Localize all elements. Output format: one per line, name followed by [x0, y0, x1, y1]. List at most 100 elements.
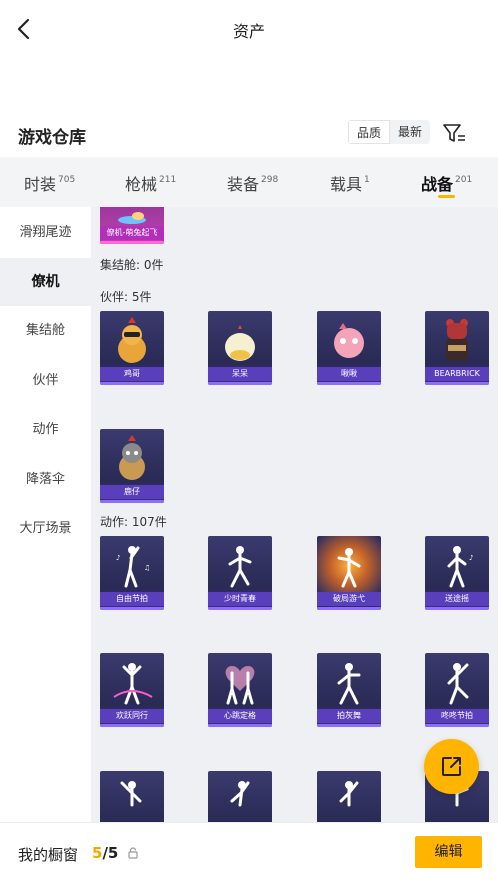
tab-label: 载具 [330, 175, 363, 194]
dancer-icon [230, 781, 250, 807]
tab-count: 705 [58, 175, 76, 185]
item-card-wingman[interactable]: 僚机-萌兔起飞 [100, 207, 164, 244]
dancer-icon [337, 663, 361, 705]
item-name: 鹿仔 [100, 485, 164, 499]
rarity-bar [317, 382, 381, 385]
item-name: 欢跃同行 [100, 709, 164, 723]
tab-count: 211 [159, 175, 177, 185]
showcase-count-total: /5 [102, 844, 119, 862]
dancer-icon: ♪ ♫ [116, 546, 150, 588]
emote-card[interactable]: 心跳定格 [208, 653, 272, 727]
partner-card[interactable]: 呆呆 [208, 311, 272, 385]
item-name: 送途摇 [425, 592, 489, 606]
dancer-icon [337, 548, 361, 588]
rabbit-plane-icon [118, 212, 146, 224]
tab-label: 战备 [421, 175, 454, 194]
item-name: 少时青春 [208, 592, 272, 606]
tab-count: 201 [455, 175, 473, 185]
item-grid: 僚机-萌兔起飞 集结舱: 0件 伙伴: 5件 鸡哥 呆呆 啾啾 BEARBRIC… [91, 207, 498, 822]
rarity-bar [208, 724, 272, 727]
dancers-heart-icon [225, 665, 255, 705]
showcase-count-current: 5 [92, 844, 103, 862]
tab-fashion[interactable]: 时装 705 [24, 171, 75, 195]
rarity-bar [100, 241, 164, 244]
top-bar: 资产 [0, 0, 498, 58]
emote-card[interactable]: 少时青春 [208, 536, 272, 610]
svg-text:♪: ♪ [116, 554, 120, 562]
dancer-icon [228, 546, 252, 588]
item-name: 僚机-萌兔起飞 [100, 226, 164, 240]
item-name: 咚咚节拍 [425, 709, 489, 723]
rarity-bar [100, 724, 164, 727]
tab-count: 298 [261, 175, 279, 185]
sidebar-item-parachute[interactable]: 降落伞 [0, 456, 91, 504]
sort-newest-button[interactable]: 最新 [390, 120, 430, 144]
tab-vehicles[interactable]: 载具 1 [330, 171, 370, 195]
rarity-bar [425, 607, 489, 610]
rarity-bar [425, 382, 489, 385]
tab-label: 枪械 [125, 175, 158, 194]
item-name: 破局游弋 [317, 592, 381, 606]
bearbrick-icon [446, 319, 468, 361]
partner-card[interactable]: BEARBRICK [425, 311, 489, 385]
emote-section-label: 动作: 107件 [100, 515, 167, 529]
sidebar-item-emote[interactable]: 动作 [0, 406, 91, 454]
dancer-icon [113, 663, 153, 705]
emote-card[interactable]: ♪ ♫ 自由节拍 [100, 536, 164, 610]
edit-button[interactable]: 编辑 [415, 836, 482, 868]
rarity-bar [100, 382, 164, 385]
emote-card[interactable] [208, 771, 272, 822]
category-tabs: 时装 705 枪械 211 装备 298 载具 1 战备 201 [0, 157, 498, 207]
sidebar-item-partner[interactable]: 伙伴 [0, 357, 91, 405]
item-name: 拍灰舞 [317, 709, 381, 723]
sort-quality-button[interactable]: 品质 [348, 120, 391, 144]
dancer-icon [120, 781, 142, 807]
emote-card[interactable] [100, 771, 164, 822]
svg-text:♪: ♪ [469, 554, 473, 562]
showcase-bar: 我的橱窗 5/5 编辑 [0, 822, 498, 880]
showcase-label: 我的橱窗 [18, 846, 79, 864]
rarity-bar [208, 382, 272, 385]
filter-icon[interactable] [441, 122, 467, 144]
share-button[interactable] [424, 739, 479, 794]
emote-card[interactable] [317, 771, 381, 822]
rarity-bar [100, 607, 164, 610]
subcategory-sidebar: 滑翔尾迹 僚机 集结舱 伙伴 动作 降落伞 大厅场景 [0, 207, 91, 822]
emote-card[interactable]: 咚咚节拍 [425, 653, 489, 727]
warehouse-title: 游戏仓库 [18, 128, 86, 148]
sidebar-item-glide-trail[interactable]: 滑翔尾迹 [0, 209, 91, 257]
partner-card[interactable]: 鸡哥 [100, 311, 164, 385]
sort-toggle: 品质 最新 [348, 120, 431, 144]
item-name: 自由节拍 [100, 592, 164, 606]
tab-equipment[interactable]: 装备 298 [227, 171, 278, 195]
sidebar-item-wingman[interactable]: 僚机 [0, 258, 91, 306]
rarity-bar [425, 724, 489, 727]
emote-card[interactable]: ♪ 送途摇 [425, 536, 489, 610]
page-title: 资产 [232, 22, 265, 41]
chick-icon [225, 325, 255, 361]
rarity-bar [208, 607, 272, 610]
emote-card[interactable]: 拍灰舞 [317, 653, 381, 727]
tab-count: 1 [364, 175, 370, 185]
item-name: BEARBRICK [425, 367, 489, 381]
capsule-section-label: 集结舱: 0件 [100, 258, 164, 272]
emote-card[interactable]: 欢跃同行 [100, 653, 164, 727]
rarity-bar [317, 724, 381, 727]
dancer-icon [447, 663, 469, 705]
emote-card[interactable]: 破局游弋 [317, 536, 381, 610]
svg-text:♫: ♫ [144, 564, 150, 572]
item-name: 呆呆 [208, 367, 272, 381]
sidebar-item-capsule[interactable]: 集结舱 [0, 307, 91, 355]
dancer-icon: ♪ [447, 546, 473, 588]
tab-battle-prep[interactable]: 战备 201 [421, 171, 472, 195]
showcase-count: 5/5 [92, 844, 118, 862]
item-name: 心跳定格 [208, 709, 272, 723]
partner-card[interactable]: 鹿仔 [100, 429, 164, 503]
tab-guns[interactable]: 枪械 211 [125, 171, 176, 195]
warehouse-header: 游戏仓库 品质 最新 [0, 110, 498, 156]
partner-card[interactable]: 啾啾 [317, 311, 381, 385]
sidebar-item-lobby-scene[interactable]: 大厅场景 [0, 505, 91, 553]
lock-icon [128, 847, 138, 859]
item-name: 啾啾 [317, 367, 381, 381]
dancer-icon [339, 781, 359, 807]
